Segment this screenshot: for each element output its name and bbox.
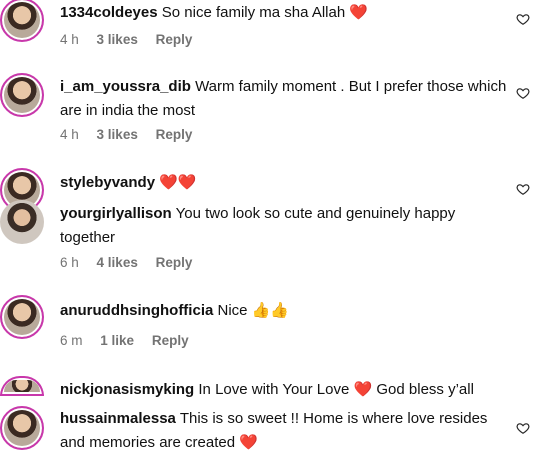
- heart-outline-icon[interactable]: [516, 182, 530, 196]
- comment-body: So nice family ma sha Allah: [161, 4, 346, 21]
- reply-button[interactable]: Reply: [156, 32, 193, 47]
- timestamp: 4 h: [60, 32, 79, 47]
- comment-text: anuruddhsinghofficia Nice 👍👍: [60, 299, 510, 323]
- username[interactable]: hussainmalessa: [60, 410, 176, 427]
- comment-meta: 4 h 3 likes Reply: [60, 32, 206, 47]
- timestamp: 6 m: [60, 333, 83, 348]
- emoji: ❤️❤️: [159, 174, 197, 191]
- avatar[interactable]: [0, 295, 44, 339]
- comment-text: stylebyvandy ❤️❤️: [60, 171, 510, 195]
- timestamp: 6 h: [60, 255, 79, 270]
- comment-body-continued: God bless y’all: [376, 381, 474, 398]
- emoji: ❤️: [239, 434, 258, 451]
- username[interactable]: stylebyvandy: [60, 174, 155, 191]
- username[interactable]: yourgirlyallison: [60, 205, 172, 222]
- reply-button[interactable]: Reply: [156, 255, 193, 270]
- comment-text: i_am_youssra_dib Warm family moment . Bu…: [60, 75, 510, 123]
- likes-count[interactable]: 1 like: [100, 333, 134, 348]
- username[interactable]: anuruddhsinghofficia: [60, 302, 213, 319]
- avatar[interactable]: [0, 73, 44, 117]
- avatar[interactable]: [0, 0, 44, 42]
- likes-count[interactable]: 3 likes: [97, 32, 138, 47]
- emoji: ❤️: [353, 381, 373, 398]
- heart-outline-icon[interactable]: [516, 12, 530, 26]
- comment-meta: 6 m 1 like Reply: [60, 333, 203, 348]
- timestamp: 4 h: [60, 127, 79, 142]
- emoji: 👍👍: [251, 302, 290, 319]
- comment-text: nickjonasismyking In Love with Your Love…: [60, 378, 510, 402]
- username[interactable]: 1334coldeyes: [60, 4, 158, 21]
- likes-count[interactable]: 3 likes: [97, 127, 138, 142]
- likes-count[interactable]: 4 likes: [97, 255, 138, 270]
- avatar[interactable]: [0, 406, 44, 450]
- reply-button[interactable]: Reply: [156, 127, 193, 142]
- emoji: ❤️: [349, 4, 369, 21]
- username[interactable]: nickjonasismyking: [60, 381, 194, 398]
- comment-meta: 4 h 3 likes Reply: [60, 127, 206, 142]
- username[interactable]: i_am_youssra_dib: [60, 78, 191, 95]
- avatar[interactable]: [0, 200, 44, 244]
- comment-text: yourgirlyallison You two look so cute an…: [60, 202, 510, 250]
- comment-body: Nice: [217, 302, 248, 319]
- reply-button[interactable]: Reply: [152, 333, 189, 348]
- comment-meta: 6 h 4 likes Reply: [60, 255, 206, 270]
- avatar[interactable]: [0, 376, 44, 396]
- comment-body: In Love with Your Love: [198, 381, 350, 398]
- comment-text: 1334coldeyes So nice family ma sha Allah…: [60, 1, 510, 25]
- heart-outline-icon[interactable]: [516, 86, 530, 100]
- comment-text: hussainmalessa This is so sweet !! Home …: [60, 407, 510, 455]
- heart-outline-icon[interactable]: [516, 421, 530, 435]
